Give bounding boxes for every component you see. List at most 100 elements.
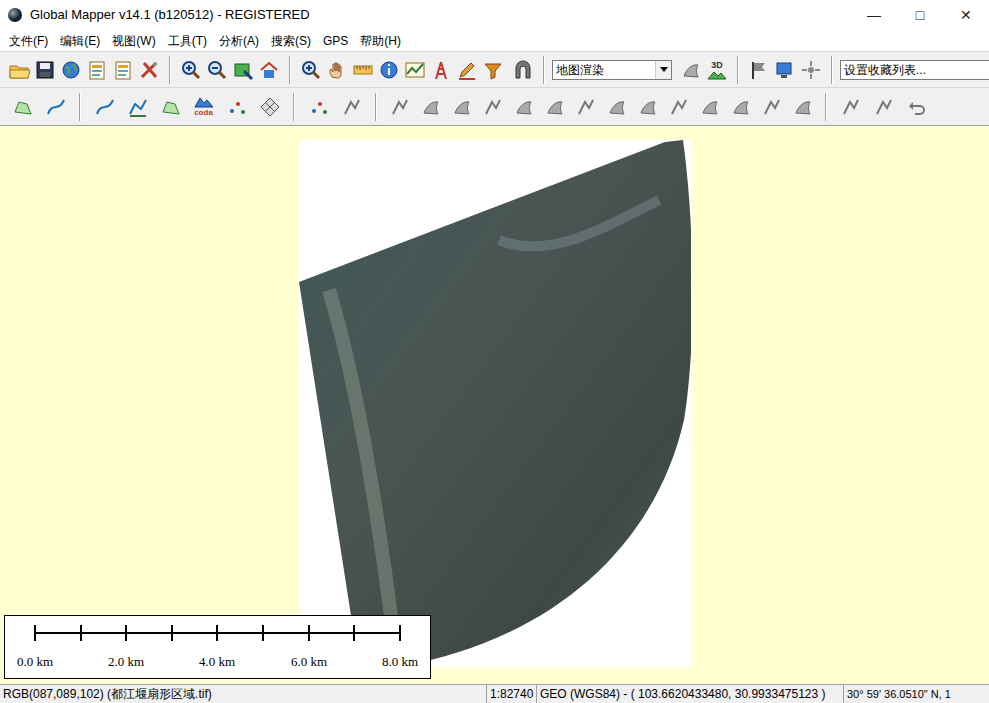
menu-item[interactable]: 工具(T) bbox=[165, 32, 210, 50]
create-area-button[interactable] bbox=[6, 94, 39, 120]
rotate-button[interactable] bbox=[508, 94, 539, 120]
insert-button[interactable] bbox=[415, 94, 446, 120]
status-scale: 1:82740 bbox=[486, 685, 536, 703]
tools-config-button[interactable] bbox=[136, 57, 162, 83]
grid-icon bbox=[259, 96, 281, 118]
zoom-in-button[interactable] bbox=[178, 57, 204, 83]
map-view[interactable]: 0.0 km2.0 km4.0 km6.0 km8.0 km bbox=[0, 126, 989, 684]
scale-label: 8.0 km bbox=[365, 652, 435, 672]
menu-item[interactable]: 帮助(H) bbox=[357, 32, 404, 50]
contour-icon bbox=[94, 96, 116, 118]
menu-item[interactable]: 文件(F) bbox=[6, 32, 51, 50]
scale-label: 4.0 km bbox=[182, 652, 252, 672]
map-icon bbox=[194, 96, 214, 108]
close-button[interactable]: ✕ bbox=[943, 0, 989, 30]
overlay-control-icon bbox=[112, 59, 134, 81]
gps-center-icon bbox=[800, 59, 822, 81]
combine-button[interactable] bbox=[220, 94, 253, 120]
scale-tick bbox=[125, 625, 127, 641]
path-profile-icon bbox=[404, 59, 426, 81]
scale-button[interactable] bbox=[539, 94, 570, 120]
maximize-button[interactable]: □ bbox=[897, 0, 943, 30]
menu-item[interactable]: GPS bbox=[320, 32, 351, 50]
menu-item[interactable]: 视图(W) bbox=[109, 32, 158, 50]
up-button[interactable] bbox=[867, 94, 900, 120]
digitizer-toolbar: coda bbox=[0, 87, 989, 126]
clip-icon bbox=[668, 96, 690, 118]
toolbar-separator bbox=[825, 93, 827, 121]
vertex-edit-button[interactable] bbox=[302, 94, 335, 120]
menu-bar: 文件(F) 编辑(E) 视图(W) 工具(T) 分析(A) 搜索(S) GPS 帮助(H) bbox=[0, 30, 989, 51]
view-shed-button[interactable] bbox=[428, 57, 454, 83]
gps-center-button[interactable] bbox=[798, 57, 824, 83]
menu-item[interactable]: 编辑(E) bbox=[57, 32, 103, 50]
render-mode-dropdown[interactable]: 地图渲染 bbox=[552, 60, 672, 80]
save-icon bbox=[34, 59, 56, 81]
zoom-tool-button[interactable] bbox=[298, 57, 324, 83]
view-3d-button[interactable]: 3D bbox=[704, 57, 730, 83]
shape-button[interactable] bbox=[787, 94, 818, 120]
clip-button[interactable] bbox=[663, 94, 694, 120]
select-button[interactable] bbox=[834, 94, 867, 120]
gps-track-button[interactable] bbox=[746, 57, 772, 83]
zoom-out-button[interactable] bbox=[204, 57, 230, 83]
hillshade-icon bbox=[512, 59, 534, 81]
reshape-button[interactable] bbox=[570, 94, 601, 120]
pan-icon bbox=[326, 59, 348, 81]
join-button[interactable] bbox=[601, 94, 632, 120]
fill-button[interactable] bbox=[725, 94, 756, 120]
digitizer-button[interactable] bbox=[454, 57, 480, 83]
coda-label: coda bbox=[194, 108, 213, 117]
grid-button[interactable] bbox=[253, 94, 286, 120]
merge-icon bbox=[699, 96, 721, 118]
zoom-tool-icon bbox=[300, 59, 322, 81]
undo-icon bbox=[906, 96, 928, 118]
shader-button[interactable] bbox=[678, 57, 704, 83]
move-button[interactable] bbox=[384, 94, 415, 120]
save-button[interactable] bbox=[32, 57, 58, 83]
split-button[interactable] bbox=[335, 94, 368, 120]
delete-button[interactable] bbox=[446, 94, 477, 120]
pan-button[interactable] bbox=[324, 57, 350, 83]
create-line-button[interactable] bbox=[39, 94, 72, 120]
scale-label: 2.0 km bbox=[91, 652, 161, 672]
join-icon bbox=[606, 96, 628, 118]
measure-icon bbox=[352, 59, 374, 81]
home-button[interactable] bbox=[256, 57, 282, 83]
toolbar-separator bbox=[169, 56, 171, 84]
minimize-button[interactable]: — bbox=[851, 0, 897, 30]
watershed-button[interactable] bbox=[121, 94, 154, 120]
crop-button[interactable] bbox=[756, 94, 787, 120]
dropdown-arrow[interactable] bbox=[655, 61, 671, 79]
screen-button[interactable] bbox=[772, 57, 798, 83]
config-button[interactable] bbox=[84, 57, 110, 83]
arrow-down-icon bbox=[660, 67, 668, 72]
favorites-field[interactable]: 设置收藏列表... bbox=[840, 60, 989, 80]
view-3d-label: 3D bbox=[711, 60, 723, 70]
menu-item[interactable]: 分析(A) bbox=[216, 32, 262, 50]
full-view-button[interactable] bbox=[230, 57, 256, 83]
hillshade-button[interactable] bbox=[510, 57, 536, 83]
status-bar: RGB(087,089,102) (都江堰扇形区域.tif)1:82740GEO… bbox=[0, 684, 989, 703]
open-folder-button[interactable] bbox=[6, 57, 32, 83]
measure-button[interactable] bbox=[350, 57, 376, 83]
rotate-icon bbox=[513, 96, 535, 118]
online-data-button[interactable] bbox=[58, 57, 84, 83]
render-mode-value: 地图渲染 bbox=[553, 61, 655, 79]
app-logo bbox=[0, 7, 30, 23]
3d-path-button[interactable] bbox=[480, 57, 506, 83]
menu-item[interactable]: 搜索(S) bbox=[268, 32, 314, 50]
buffer-button[interactable] bbox=[154, 94, 187, 120]
merge-button[interactable] bbox=[694, 94, 725, 120]
scale-tick bbox=[308, 625, 310, 641]
overlay-control-button[interactable] bbox=[110, 57, 136, 83]
smooth-icon bbox=[482, 96, 504, 118]
coda-button[interactable]: coda bbox=[187, 94, 220, 120]
cut-button[interactable] bbox=[632, 94, 663, 120]
create-line-icon bbox=[45, 96, 67, 118]
feature-info-button[interactable] bbox=[376, 57, 402, 83]
path-profile-button[interactable] bbox=[402, 57, 428, 83]
smooth-button[interactable] bbox=[477, 94, 508, 120]
contour-button[interactable] bbox=[88, 94, 121, 120]
undo-button[interactable] bbox=[900, 94, 933, 120]
